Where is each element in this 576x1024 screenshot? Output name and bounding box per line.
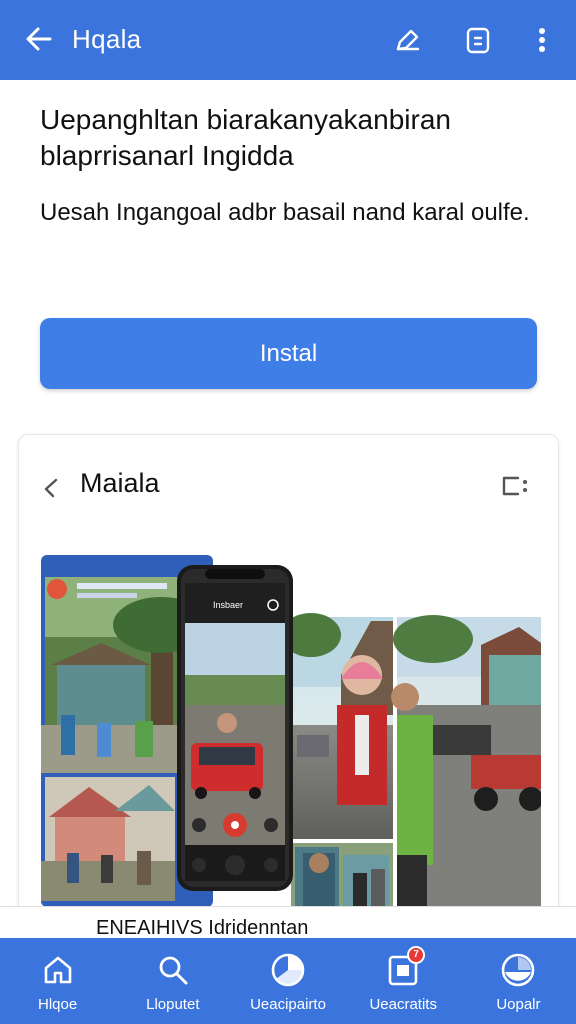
nav-label-home: Hlqoe bbox=[38, 996, 78, 1013]
media-card: Maiala Insbaer bbox=[18, 434, 559, 934]
bottom-navigation: Hlqoe Lloputet Ueacipairto 7 Ueacratits bbox=[0, 938, 576, 1024]
page-headline: Uepanghltan biarakanyakanbiran blaprrisa… bbox=[40, 104, 451, 171]
edit-button[interactable] bbox=[389, 22, 425, 58]
nav-item-home[interactable]: Hlqoe bbox=[0, 938, 115, 1024]
install-button[interactable]: Instal bbox=[40, 318, 537, 389]
app-screen: Hqala Uepanghltan biarakanyakanbiran bla… bbox=[0, 0, 576, 1024]
bottom-strip-text: ENEAIHIVS Idridenntan bbox=[96, 917, 309, 939]
home-icon bbox=[38, 950, 78, 990]
nav-label-pie: Ueacipairto bbox=[250, 996, 326, 1013]
photo-gallery: Insbaer bbox=[41, 555, 541, 907]
nav-item-pie[interactable]: Ueacipairto bbox=[230, 938, 345, 1024]
edit-icon bbox=[396, 29, 420, 51]
document-button[interactable] bbox=[460, 22, 496, 58]
notification-badge: 7 bbox=[407, 946, 426, 964]
page-subtitle: Uesah Ingangoal adbr basail nand karal o… bbox=[40, 199, 530, 226]
photo-motorbikes-scene[interactable] bbox=[391, 615, 541, 907]
arrow-left-icon bbox=[26, 27, 52, 51]
nav-label-search: Lloputet bbox=[146, 996, 200, 1013]
search-icon bbox=[153, 950, 193, 990]
nav-item-profile[interactable]: Uopalr bbox=[461, 938, 576, 1024]
nav-item-inbox[interactable]: 7 Ueacratits bbox=[346, 938, 461, 1024]
top-app-bar: Hqala bbox=[0, 0, 576, 80]
bottom-text-strip: ENEAIHIVS Idridenntan bbox=[0, 906, 576, 940]
photo-street-scene[interactable] bbox=[281, 613, 393, 839]
back-button[interactable] bbox=[22, 22, 56, 56]
card-title: Maiala bbox=[80, 468, 160, 498]
pie-icon bbox=[268, 950, 308, 990]
more-vertical-icon bbox=[539, 28, 545, 52]
photo-market-scene[interactable] bbox=[291, 843, 393, 907]
nav-label-profile: Uopalr bbox=[496, 996, 541, 1013]
phone-mockup[interactable]: Insbaer bbox=[177, 565, 293, 891]
card-menu-icon bbox=[502, 476, 527, 496]
inbox-icon: 7 bbox=[383, 946, 426, 990]
document-icon bbox=[466, 27, 490, 54]
phone-header-text: Insbaer bbox=[213, 600, 243, 610]
nav-label-inbox: Ueacratits bbox=[369, 996, 437, 1013]
chevron-left-icon bbox=[44, 478, 58, 498]
more-options-button[interactable] bbox=[524, 22, 560, 58]
profile-pie-icon bbox=[498, 950, 538, 990]
card-back-button[interactable] bbox=[39, 473, 67, 501]
card-menu-button[interactable] bbox=[498, 471, 532, 501]
app-title: Hqala bbox=[72, 24, 142, 54]
nav-item-search[interactable]: Lloputet bbox=[115, 938, 230, 1024]
